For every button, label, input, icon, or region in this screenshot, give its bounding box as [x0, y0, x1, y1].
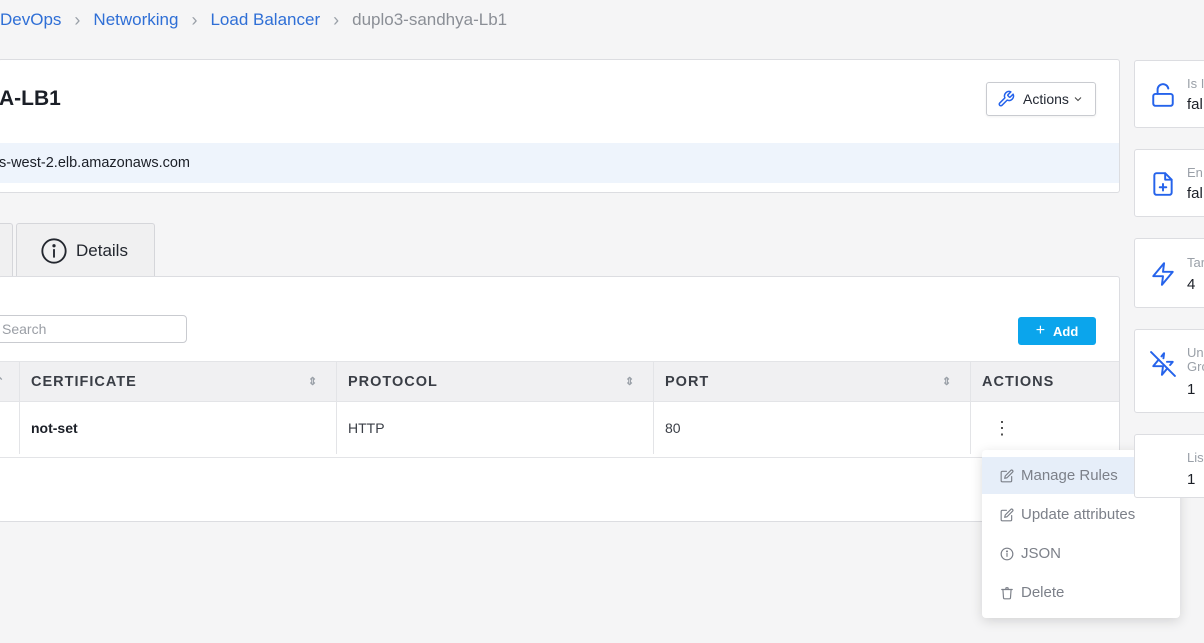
stat-card-targets: Tar 4 [1134, 238, 1204, 308]
breadcrumb-load-balancer[interactable]: Load Balancer [210, 10, 320, 30]
column-divider [336, 402, 337, 454]
column-header-port: PORT [665, 373, 710, 390]
stat-value: 4 [1187, 276, 1196, 293]
stat-card-listeners: Lis 1 [1134, 434, 1204, 498]
stat-card-unhealthy-groups: Un Gro 1 [1134, 329, 1204, 413]
unlock-icon [1152, 83, 1174, 107]
stat-label: Tar [1187, 255, 1204, 270]
stat-label: Un Gro [1187, 345, 1204, 374]
stat-card-is-internal: Is I fal [1134, 60, 1204, 128]
cell-certificate: not-set [31, 420, 78, 436]
stat-label: Lis [1187, 450, 1204, 465]
row-actions-kebab-icon[interactable]: ⋮ [993, 417, 1011, 439]
column-header-actions: ACTIONS [982, 373, 1055, 390]
stat-value: 1 [1187, 381, 1196, 398]
column-divider [336, 362, 337, 401]
stat-value: fal [1187, 185, 1203, 202]
listeners-table-card: + Add ⌃ CERTIFICATE ⇕ PROTOCOL ⇕ PORT ⇕ … [0, 276, 1120, 522]
breadcrumb-networking[interactable]: Networking [93, 10, 178, 30]
breadcrumb-devops[interactable]: DevOps [0, 10, 61, 30]
actions-label: Actions [1023, 91, 1069, 107]
dns-name: s-west-2.elb.amazonaws.com [0, 143, 1119, 183]
chevron-right-icon: › [191, 9, 198, 30]
table-header: ⌃ CERTIFICATE ⇕ PROTOCOL ⇕ PORT ⇕ ACTION… [0, 361, 1119, 402]
info-icon [41, 237, 67, 264]
column-divider [970, 362, 971, 401]
stat-value: 1 [1187, 471, 1196, 488]
page-title: A-LB1 [0, 87, 61, 110]
stat-label: En [1187, 165, 1203, 180]
stat-card-enabled: En fal [1134, 149, 1204, 217]
tab-details[interactable]: Details [16, 223, 155, 277]
trash-icon [1001, 586, 1013, 599]
file-plus-icon [1153, 172, 1173, 196]
stat-value: fal [1187, 96, 1203, 113]
dns-name-text: s-west-2.elb.amazonaws.com [0, 155, 190, 171]
breadcrumb: DevOps › Networking › Load Balancer › du… [0, 8, 507, 32]
load-balancer-header-card: A-LB1 Actions s-west-2.elb.amazonaws.com [0, 59, 1120, 193]
column-header-protocol: PROTOCOL [348, 373, 438, 390]
tab-details-label: Details [76, 240, 128, 260]
cell-port: 80 [665, 420, 681, 436]
plus-icon: + [1035, 322, 1046, 339]
zap-icon [1152, 262, 1174, 286]
column-divider [970, 402, 971, 454]
actions-dropdown-button[interactable]: Actions [986, 82, 1096, 116]
zap-off-icon [1150, 351, 1176, 377]
chevron-down-icon [1074, 97, 1082, 102]
search-input[interactable] [0, 315, 187, 343]
column-divider [19, 402, 20, 454]
column-divider [19, 362, 20, 401]
add-button[interactable]: + Add [1018, 317, 1096, 345]
info-icon [1000, 547, 1014, 560]
breadcrumb-current: duplo3-sandhya-Lb1 [352, 10, 508, 29]
edit-icon [1000, 508, 1014, 521]
menu-item-delete[interactable]: Delete [982, 574, 1166, 611]
stat-label: Is I [1187, 76, 1204, 91]
column-divider [653, 362, 654, 401]
menu-item-json[interactable]: JSON [982, 535, 1166, 572]
column-header-certificate: CERTIFICATE [31, 373, 137, 390]
chevron-right-icon: › [74, 9, 81, 30]
table-row: not-set HTTP 80 ⋮ [0, 402, 1119, 458]
edit-icon [1000, 469, 1014, 482]
tab-previous[interactable] [0, 223, 13, 277]
wrench-icon [998, 90, 1015, 107]
cell-protocol: HTTP [348, 420, 385, 436]
add-button-label: Add [1053, 323, 1079, 339]
column-divider [653, 402, 654, 454]
chevron-right-icon: › [333, 9, 340, 30]
menu-item-update-attributes[interactable]: Update attributes [982, 496, 1166, 533]
